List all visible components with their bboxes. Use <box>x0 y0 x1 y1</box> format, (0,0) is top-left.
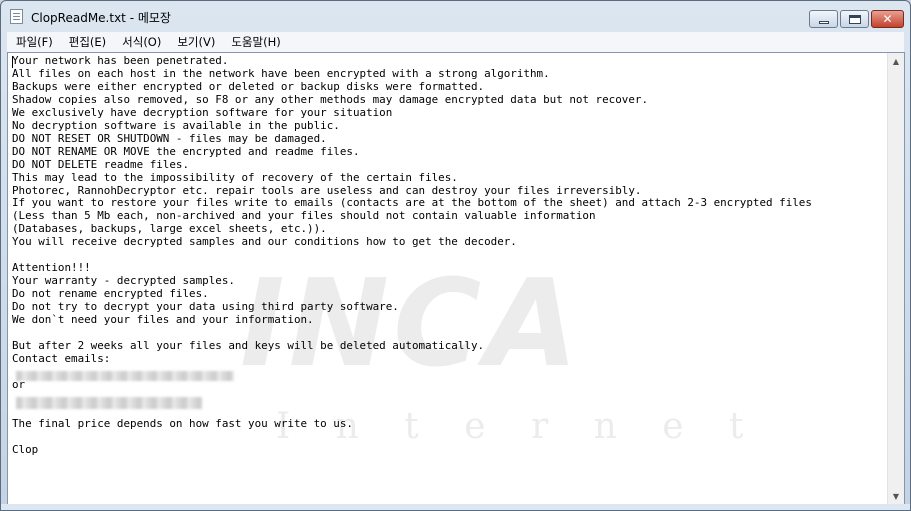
menu-edit[interactable]: 편집(E) <box>60 34 113 50</box>
redacted-email-1 <box>16 371 234 381</box>
text-line: The final price depends on how fast you … <box>12 416 353 430</box>
window-controls: ✕ <box>807 10 904 28</box>
close-button[interactable]: ✕ <box>871 10 904 28</box>
minimize-icon <box>819 21 829 24</box>
text-line: Clop <box>12 442 39 456</box>
text-line: Your network has been penetrated. <box>12 55 229 67</box>
redacted-email-2 <box>16 397 202 409</box>
text-line: DO NOT RESET OR SHUTDOWN - files may be … <box>12 131 327 145</box>
maximize-icon <box>849 15 861 24</box>
notepad-icon[interactable] <box>10 9 23 24</box>
menu-file[interactable]: 파일(F) <box>7 34 60 50</box>
menu-view[interactable]: 보기(V) <box>168 34 222 50</box>
text-line: We exclusively have decryption software … <box>12 105 393 119</box>
close-icon: ✕ <box>882 12 893 26</box>
text-line: DO NOT DELETE readme files. <box>12 157 190 171</box>
text-line: Shadow copies also removed, so F8 or any… <box>12 92 649 106</box>
menu-format[interactable]: 서식(O) <box>113 34 168 50</box>
text-line: DO NOT RENAME OR MOVE the encrypted and … <box>12 144 360 158</box>
notepad-window: ClopReadMe.txt - 메모장 ✕ 파일(F) 편집(E) 서식(O)… <box>0 0 911 511</box>
title-bar[interactable]: ClopReadMe.txt - 메모장 ✕ <box>1 1 910 32</box>
text-editor[interactable]: INCA I n t e r n e t Your network has be… <box>7 52 905 506</box>
text-line: No decryption software is available in t… <box>12 118 340 132</box>
text-caret <box>12 56 13 68</box>
vertical-scrollbar[interactable]: ▲ ▼ <box>887 53 904 505</box>
text-line <box>12 249 886 262</box>
text-line: But after 2 weeks all your files and key… <box>12 338 485 352</box>
text-line: All files on each host in the network ha… <box>12 66 550 80</box>
scroll-up-icon[interactable]: ▲ <box>888 53 904 70</box>
text-line: Contact emails: <box>12 351 111 365</box>
menu-bar: 파일(F) 편집(E) 서식(O) 보기(V) 도움말(H) <box>7 32 904 52</box>
text-line: You will receive decrypted samples and o… <box>12 235 517 249</box>
window-title: ClopReadMe.txt - 메모장 <box>31 11 171 25</box>
window-bottom-border <box>1 504 910 510</box>
text-line: This may lead to the impossibility of re… <box>12 170 458 184</box>
text-line <box>12 431 886 444</box>
maximize-button[interactable] <box>840 10 869 28</box>
menu-help[interactable]: 도움말(H) <box>222 34 287 50</box>
minimize-button[interactable] <box>809 10 838 28</box>
document-text[interactable]: Your network has been penetrated. All fil… <box>12 55 886 504</box>
text-line: We don`t need your files and your inform… <box>12 313 314 327</box>
scroll-down-icon[interactable]: ▼ <box>888 488 904 505</box>
text-line: Backups were either encrypted or deleted… <box>12 79 485 93</box>
